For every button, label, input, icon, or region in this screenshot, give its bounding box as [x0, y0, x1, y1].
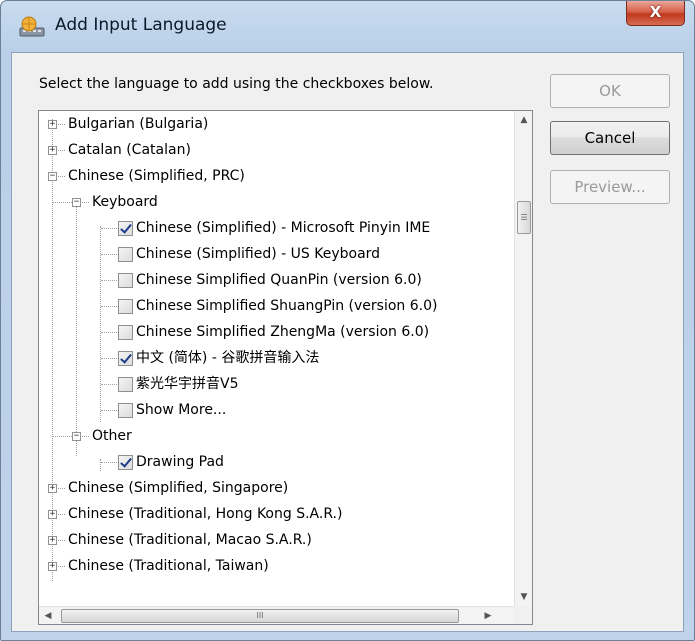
checkbox[interactable] [118, 377, 133, 392]
horizontal-scrollbar[interactable]: ◀ III ▶ [39, 606, 514, 624]
tree-connector [58, 488, 65, 489]
tree-connector [58, 176, 65, 177]
checkbox[interactable] [118, 455, 133, 470]
scroll-down-icon[interactable]: ▼ [515, 588, 533, 606]
tree-connector [101, 358, 117, 359]
tree-item-shuangpin[interactable]: Chinese Simplified ShuangPin (version 6.… [39, 293, 514, 319]
checkbox[interactable] [118, 299, 133, 314]
tree-item-label: Chinese Simplified QuanPin (version 6.0) [136, 272, 422, 288]
tree-item-label: Bulgarian (Bulgaria) [68, 116, 209, 132]
tree-connector [101, 228, 117, 229]
tree-item-us-keyboard[interactable]: Chinese (Simplified) - US Keyboard [39, 241, 514, 267]
tree-item-label: Show More... [136, 402, 227, 418]
tree-item-label: Chinese Simplified ShuangPin (version 6.… [136, 298, 438, 314]
tree-connector [82, 202, 89, 203]
tree-connector [101, 280, 117, 281]
tree-item-label: Chinese Simplified ZhengMa (version 6.0) [136, 324, 430, 340]
tree-item-quanpin[interactable]: Chinese Simplified QuanPin (version 6.0) [39, 267, 514, 293]
tree-item-label: Chinese (Traditional, Taiwan) [68, 558, 269, 574]
tree-item-drawing-pad[interactable]: Drawing Pad [39, 449, 514, 475]
tree-item-label: 紫光华宇拼音V5 [136, 376, 239, 392]
tree-connector [58, 540, 65, 541]
tree-connector [101, 306, 117, 307]
ok-button[interactable]: OK [550, 74, 670, 108]
tree-connector [58, 150, 65, 151]
tree-item-microsoft-pinyin[interactable]: Chinese (Simplified) - Microsoft Pinyin … [39, 215, 514, 241]
instruction-text: Select the language to add using the che… [39, 76, 434, 92]
scroll-left-icon[interactable]: ◀ [39, 607, 57, 625]
tree-item-label: Chinese (Simplified, Singapore) [68, 480, 289, 496]
tree-item-label: Catalan (Catalan) [68, 142, 191, 158]
tree-connector [101, 462, 117, 463]
checkbox[interactable] [118, 247, 133, 262]
cancel-button[interactable]: Cancel [550, 121, 670, 155]
tree-item-label: Chinese (Simplified, PRC) [68, 168, 245, 184]
tree-item-label: 中文 (简体) - 谷歌拼音输入法 [136, 350, 320, 366]
collapse-icon[interactable]: − [72, 432, 81, 441]
vertical-scrollbar[interactable]: ▲ ☰ ▼ [514, 111, 532, 606]
tree-connector [101, 410, 117, 411]
tree-item-label: Keyboard [92, 194, 158, 210]
tree-item-label: Chinese (Simplified) - US Keyboard [136, 246, 381, 262]
checkbox[interactable] [118, 351, 133, 366]
tree-item-chinese-hongkong[interactable]: + Chinese (Traditional, Hong Kong S.A.R.… [39, 501, 514, 527]
collapse-icon[interactable]: − [48, 172, 57, 181]
tree-connector [58, 566, 65, 567]
checkbox[interactable] [118, 403, 133, 418]
expand-icon[interactable]: + [48, 536, 57, 545]
tree-item-bulgarian[interactable]: + Bulgarian (Bulgaria) [39, 111, 514, 137]
tree-connector [101, 384, 117, 385]
collapse-icon[interactable]: − [72, 198, 81, 207]
tree-connector [101, 332, 117, 333]
tree-item-label: Chinese (Traditional, Macao S.A.R.) [68, 532, 312, 548]
dialog-client-area: Select the language to add using the che… [11, 52, 684, 632]
dialog-window: Add Input Language X Select the language… [0, 0, 695, 641]
title-bar[interactable]: Add Input Language X [1, 1, 694, 51]
checkbox[interactable] [118, 325, 133, 340]
scrollbar-corner [514, 606, 532, 624]
expand-icon[interactable]: + [48, 146, 57, 155]
expand-icon[interactable]: + [48, 484, 57, 493]
tree-connector [53, 202, 72, 203]
language-tree[interactable]: + Bulgarian (Bulgaria) + Catalan (Catala… [38, 110, 533, 625]
expand-icon[interactable]: + [48, 120, 57, 129]
preview-button[interactable]: Preview... [550, 170, 670, 204]
scroll-right-icon[interactable]: ▶ [479, 607, 497, 625]
vertical-scroll-thumb[interactable]: ☰ [517, 201, 531, 234]
tree-connector [58, 514, 65, 515]
tree-rows: + Bulgarian (Bulgaria) + Catalan (Catala… [39, 111, 514, 606]
tree-item-label: Drawing Pad [136, 454, 224, 470]
tree-item-keyboard[interactable]: − Keyboard [39, 189, 514, 215]
tree-connector [82, 436, 89, 437]
tree-connector [58, 124, 65, 125]
tree-item-chinese-macao[interactable]: + Chinese (Traditional, Macao S.A.R.) [39, 527, 514, 553]
tree-item-label: Chinese (Simplified) - Microsoft Pinyin … [136, 220, 431, 236]
tree-connector [53, 436, 72, 437]
tree-item-chinese-taiwan[interactable]: + Chinese (Traditional, Taiwan) [39, 553, 514, 579]
tree-item-other[interactable]: − Other [39, 423, 514, 449]
expand-icon[interactable]: + [48, 562, 57, 571]
tree-item-label: Other [92, 428, 132, 444]
tree-item-catalan[interactable]: + Catalan (Catalan) [39, 137, 514, 163]
close-button[interactable]: X [626, 1, 685, 26]
horizontal-scroll-thumb[interactable]: III [61, 609, 459, 623]
tree-item-zhengma[interactable]: Chinese Simplified ZhengMa (version 6.0) [39, 319, 514, 345]
checkbox[interactable] [118, 273, 133, 288]
window-title: Add Input Language [55, 15, 227, 35]
tree-connector [101, 254, 117, 255]
scroll-up-icon[interactable]: ▲ [515, 111, 533, 129]
checkbox[interactable] [118, 221, 133, 236]
tree-item-chinese-prc[interactable]: − Chinese (Simplified, PRC) [39, 163, 514, 189]
expand-icon[interactable]: + [48, 510, 57, 519]
tree-item-show-more[interactable]: Show More... [39, 397, 514, 423]
tree-item-chinese-singapore[interactable]: + Chinese (Simplified, Singapore) [39, 475, 514, 501]
keyboard-globe-icon [19, 16, 45, 37]
tree-item-label: Chinese (Traditional, Hong Kong S.A.R.) [68, 506, 343, 522]
tree-item-google-pinyin[interactable]: 中文 (简体) - 谷歌拼音输入法 [39, 345, 514, 371]
tree-item-ziguang-pinyin[interactable]: 紫光华宇拼音V5 [39, 371, 514, 397]
